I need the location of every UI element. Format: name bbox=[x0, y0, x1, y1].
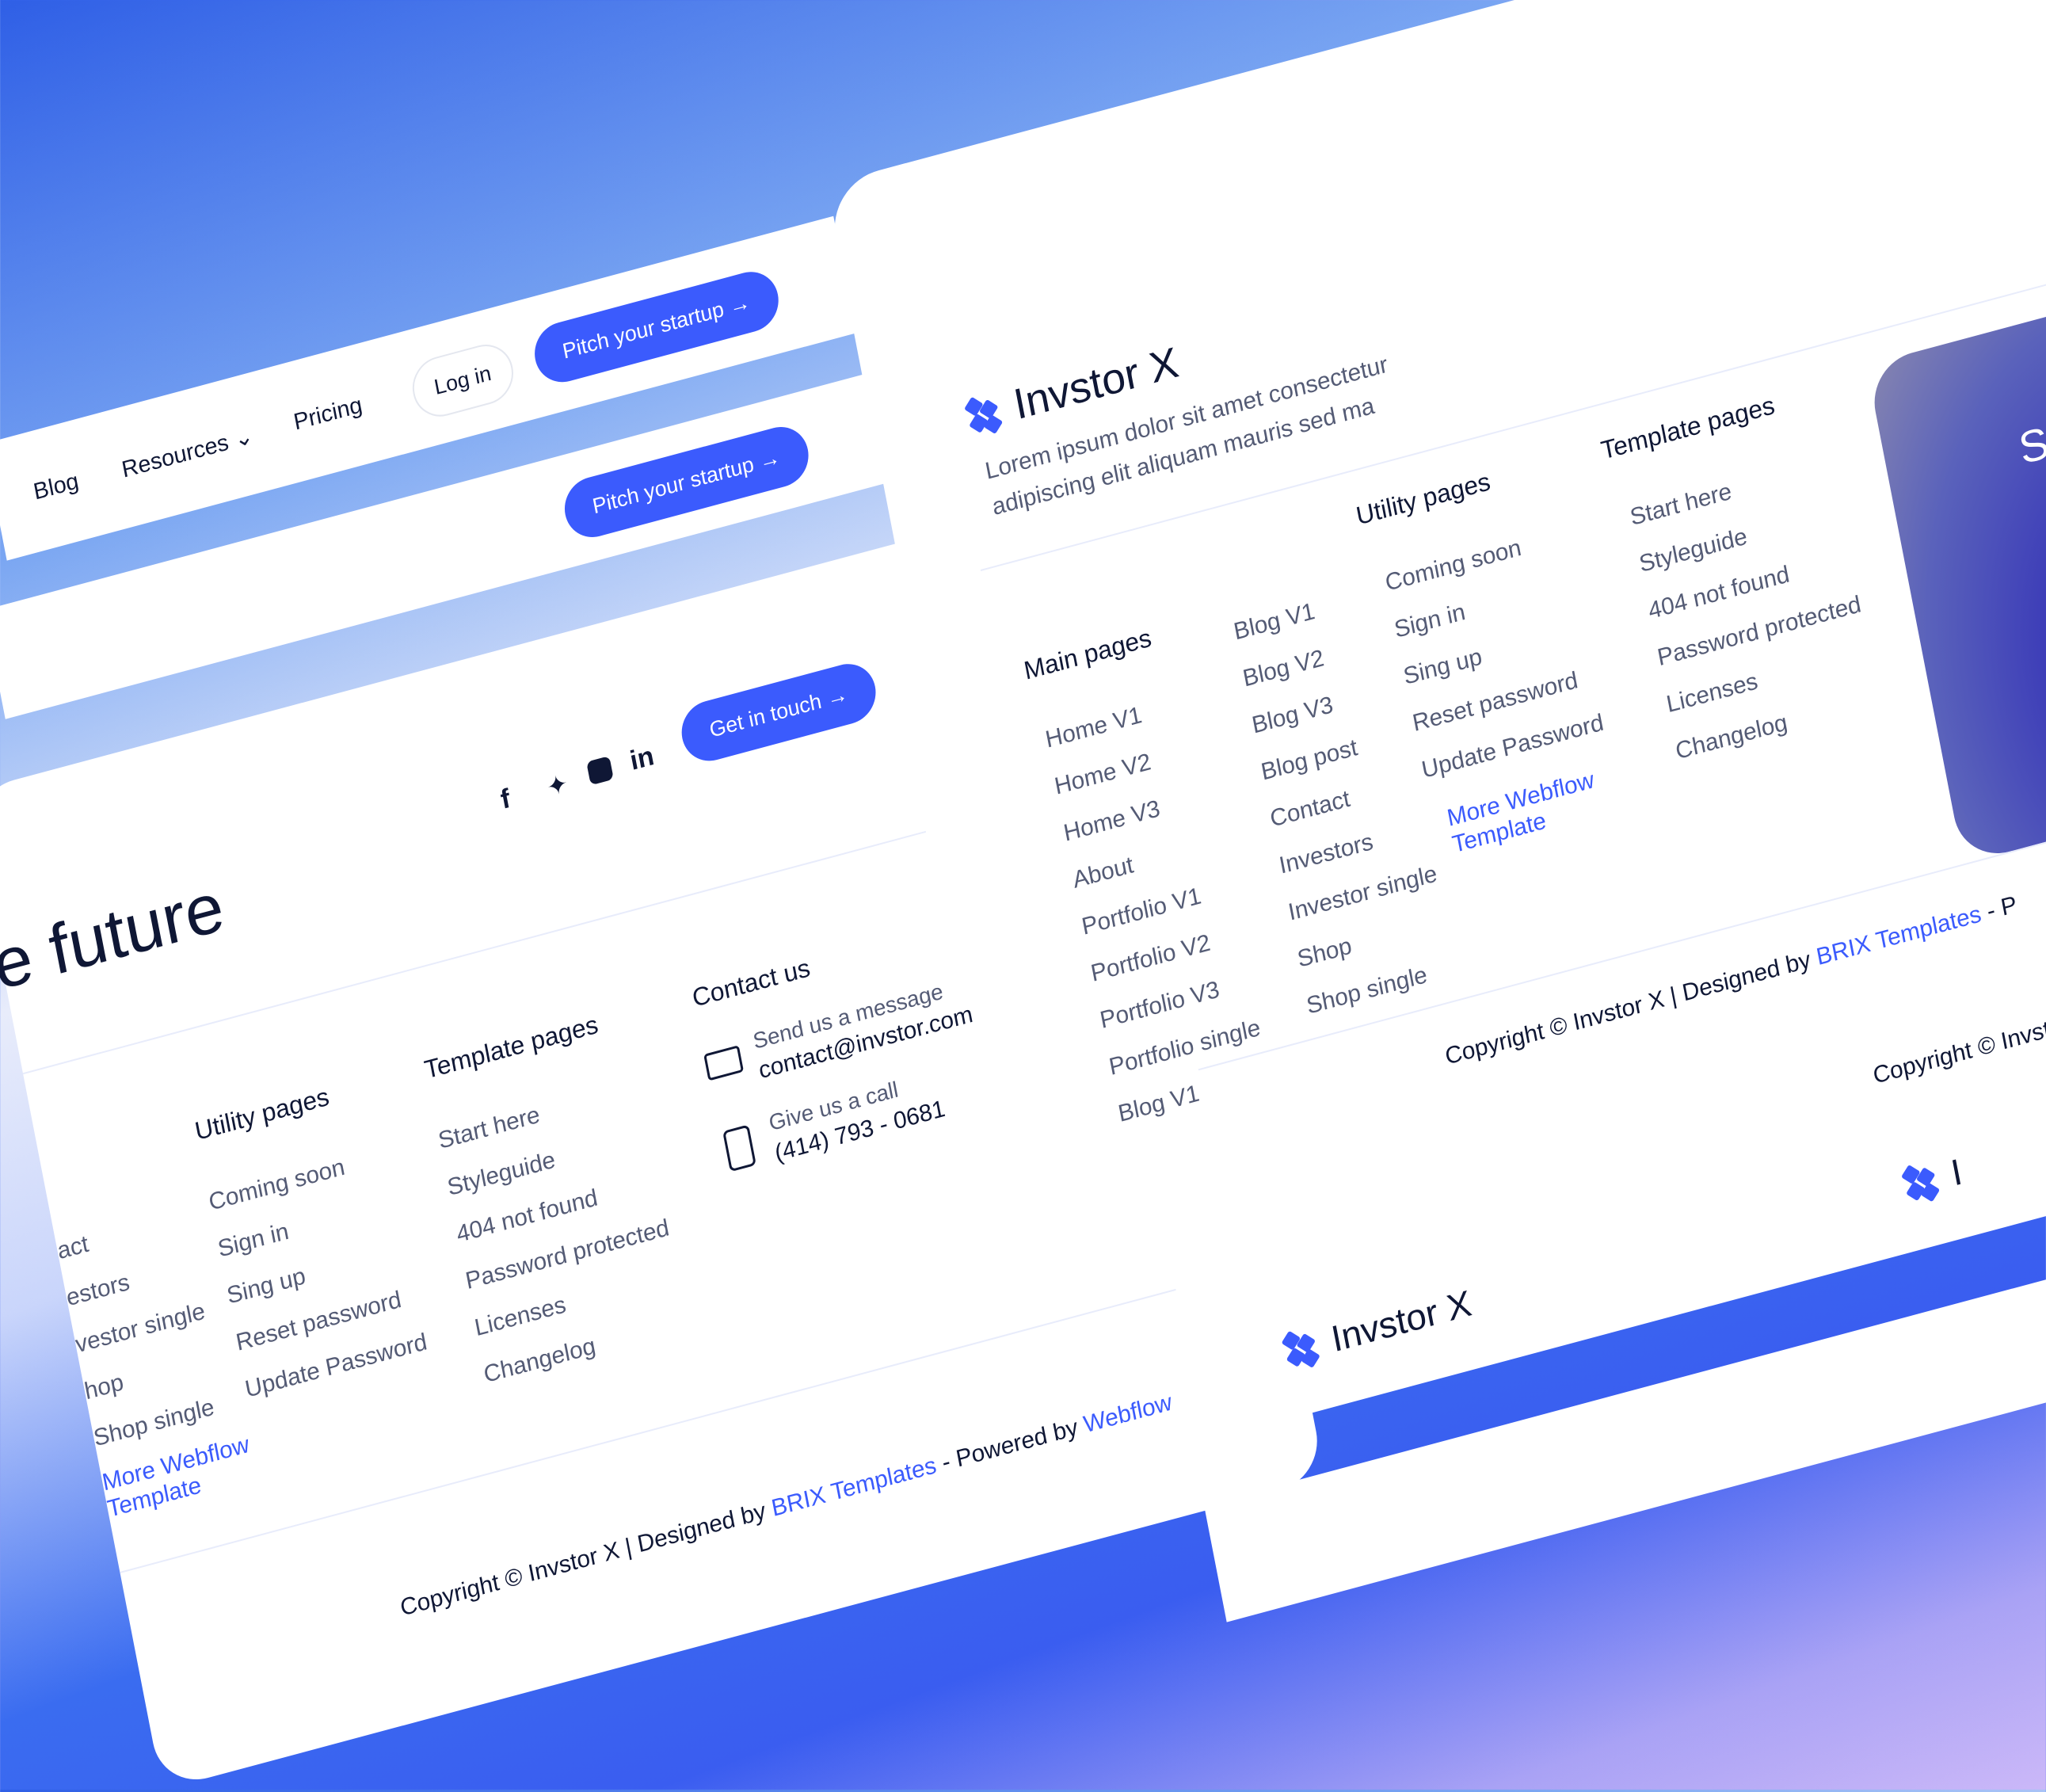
arrow-right-icon: → bbox=[726, 289, 752, 319]
webflow-link[interactable]: Webflow bbox=[1081, 1389, 1174, 1438]
utility-pages-list: Coming soon Sign in Sing up Reset passwo… bbox=[1381, 512, 1608, 794]
hero-heading: e future bbox=[0, 866, 231, 1005]
brix-link[interactable]: BRIX Templates bbox=[1814, 901, 1983, 970]
arrow-right-icon: → bbox=[756, 444, 783, 475]
logo[interactable]: Invstor X bbox=[1280, 1281, 1475, 1373]
logo-2[interactable]: I bbox=[1900, 1150, 1966, 1207]
logo-icon bbox=[964, 391, 1006, 436]
main-pages-partial: act estors vestor single hop Shop single bbox=[53, 1194, 227, 1462]
instagram-icon[interactable] bbox=[586, 756, 614, 786]
template-pages-list: Start here Styleguide 404 not found Pass… bbox=[434, 1064, 692, 1399]
utility-pages-title: Utility pages bbox=[1354, 467, 1493, 531]
copyright-text: Copyright © Invstor X | Designed by bbox=[398, 1496, 775, 1622]
logo-text: I bbox=[1947, 1150, 1966, 1194]
nav-pricing[interactable]: Pricing bbox=[291, 392, 364, 436]
main-pages-col1: Home V1 Home V2 Home V3 About Portfolio … bbox=[1042, 677, 1274, 1138]
main-pages-title: Main pages bbox=[1021, 623, 1154, 685]
phone-icon bbox=[722, 1124, 756, 1172]
twitter-icon[interactable]: ✦ bbox=[544, 768, 570, 803]
linkedin-icon[interactable]: in bbox=[627, 741, 657, 777]
copyright: Copyright © Invstor X | Designed by BRIX… bbox=[398, 1389, 1175, 1622]
copyright-2: Copyright © Invstor bbox=[1871, 1010, 2046, 1089]
showcase-stage: Blog Resources ⌄ Pricing Log in Pitch yo… bbox=[0, 0, 2046, 1790]
contact-us-title: Contact us bbox=[689, 952, 813, 1012]
pitch-label-2: Pitch your startup bbox=[590, 452, 756, 519]
copyright-text: - Powered by bbox=[933, 1412, 1087, 1478]
mail-icon bbox=[703, 1045, 745, 1081]
arrow-right-icon: → bbox=[825, 681, 850, 711]
newsletter-promo-image: Su w Lo bbox=[1866, 258, 2046, 864]
utility-pages-title: Utility pages bbox=[192, 1081, 332, 1146]
get-in-touch-button[interactable]: Get in touch → bbox=[676, 657, 882, 768]
nav-blog[interactable]: Blog bbox=[32, 468, 81, 505]
brix-link[interactable]: BRIX Templates bbox=[769, 1452, 939, 1522]
promo-heading: Su bbox=[2014, 410, 2046, 474]
template-pages-title: Template pages bbox=[1598, 390, 1777, 465]
pitch-startup-button[interactable]: Pitch your startup → bbox=[529, 265, 783, 389]
get-in-touch-label: Get in touch bbox=[707, 688, 824, 742]
nav-resources[interactable]: Resources ⌄ bbox=[120, 421, 256, 484]
logo-text: Invstor X bbox=[1328, 1282, 1475, 1360]
logo-icon bbox=[1900, 1159, 1943, 1204]
utility-pages-list: Coming soon Sign in Sing up Reset passwo… bbox=[204, 1131, 431, 1413]
footer-description: Lorem ipsum dolor sit amet consectetur a… bbox=[983, 351, 1390, 521]
pitch-startup-button-2[interactable]: Pitch your startup → bbox=[559, 420, 813, 544]
copyright-text: Copyright © Invstor X | Designed by bbox=[1442, 944, 1819, 1070]
facebook-icon[interactable]: f bbox=[498, 784, 512, 816]
nav-resources-label: Resources bbox=[120, 429, 231, 483]
logo-icon bbox=[1281, 1325, 1323, 1370]
template-pages-list: Start here Styleguide 404 not found Pass… bbox=[1626, 440, 1884, 776]
login-button[interactable]: Log in bbox=[407, 337, 518, 424]
copyright-text: - P bbox=[1978, 891, 2019, 927]
template-pages-title: Template pages bbox=[421, 1009, 600, 1085]
chevron-down-icon: ⌄ bbox=[231, 423, 256, 453]
pitch-label: Pitch your startup bbox=[560, 296, 726, 364]
